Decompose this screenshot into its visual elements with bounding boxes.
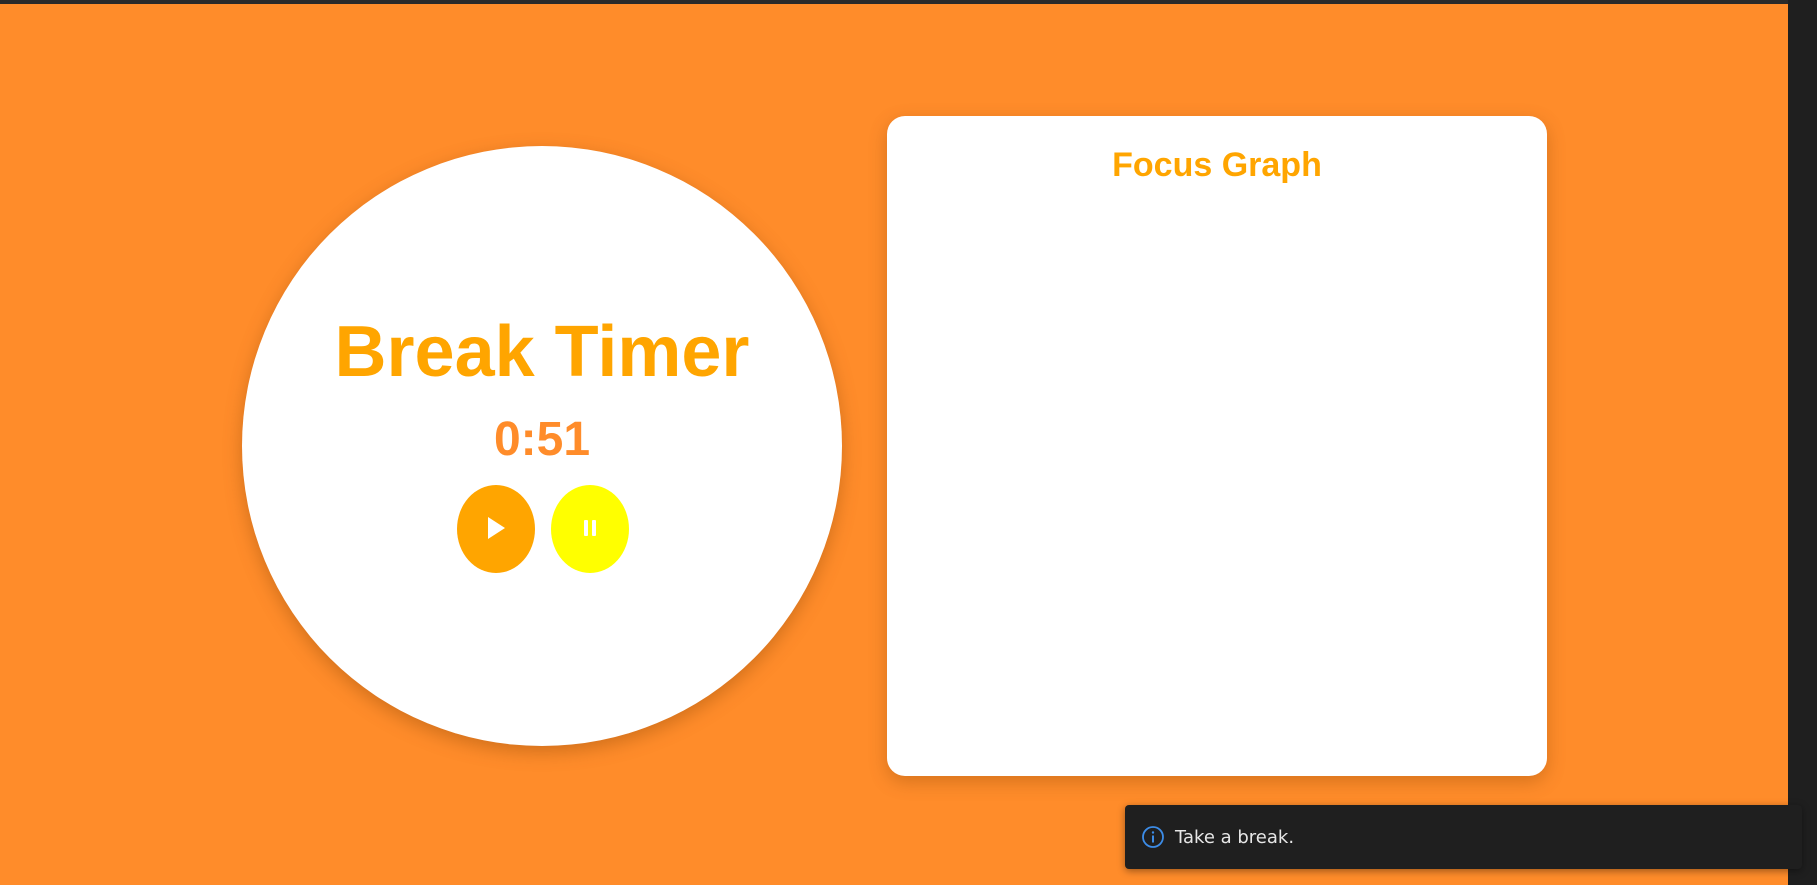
graph-title: Focus Graph	[1112, 146, 1322, 184]
focus-graph-panel: Focus Graph	[887, 116, 1547, 776]
break-timer-panel: Break Timer 0:51	[242, 146, 842, 746]
pause-icon	[581, 518, 599, 541]
graph-canvas	[907, 206, 1527, 756]
timer-title: Break Timer	[334, 312, 750, 392]
info-icon	[1141, 825, 1165, 849]
toast-message: Take a break.	[1175, 826, 1295, 848]
play-icon	[484, 515, 508, 544]
play-button[interactable]	[457, 485, 535, 573]
window-top-bar	[0, 0, 1817, 4]
scrollbar-track[interactable]	[1788, 0, 1817, 885]
notification-toast[interactable]: Take a break.	[1125, 805, 1802, 869]
pause-button[interactable]	[551, 485, 629, 573]
timer-countdown: 0:51	[493, 413, 591, 466]
